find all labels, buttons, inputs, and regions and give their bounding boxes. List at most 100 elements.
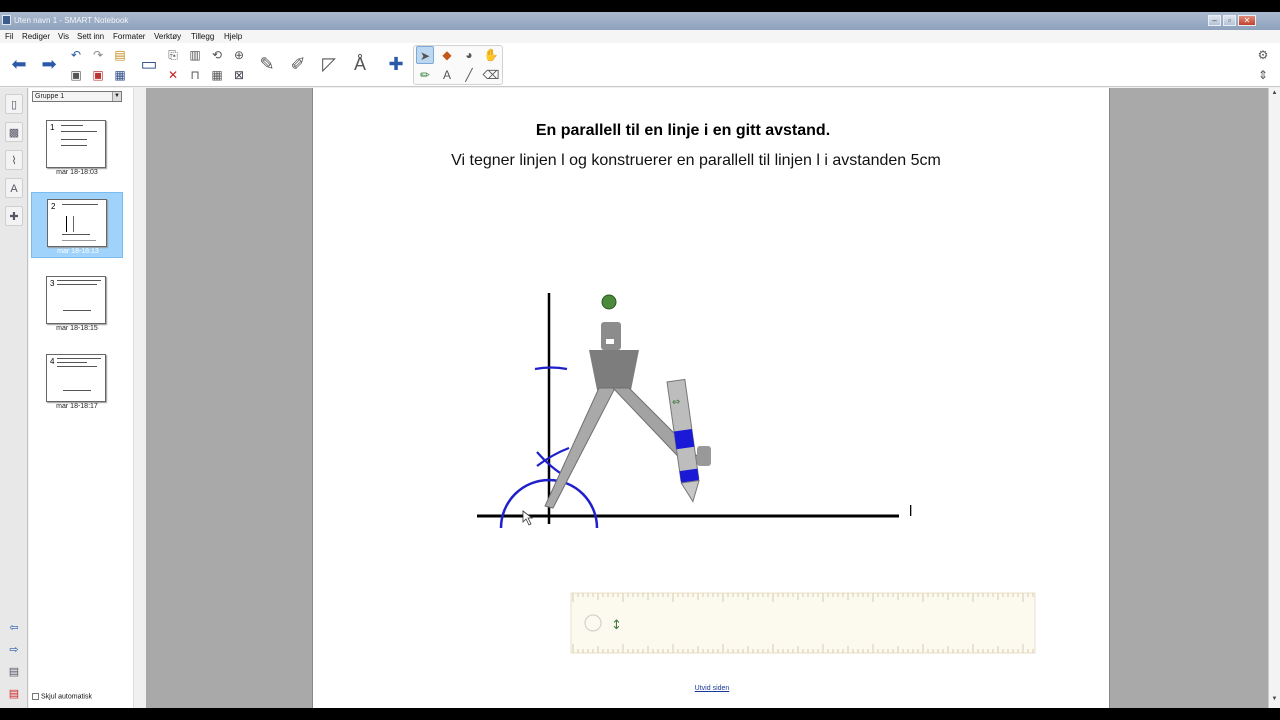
delete-page-side-icon[interactable]: ▤	[5, 684, 23, 704]
menu-format[interactable]: Formater	[113, 32, 145, 41]
thumbnail-number: 3	[50, 279, 55, 288]
menu-file[interactable]: Fil	[5, 32, 13, 41]
thumbnail-label: mar 18-18:03	[56, 169, 98, 176]
text-icon[interactable]: A	[438, 66, 456, 84]
magic-pen-icon[interactable]: Å	[347, 45, 373, 83]
expand-page-link[interactable]: Utvid siden	[313, 685, 1111, 692]
minimize-button[interactable]: –	[1208, 15, 1221, 26]
screen-shade-icon[interactable]: ⊓	[186, 66, 204, 84]
thumb-line	[62, 234, 90, 235]
scroll-down-icon[interactable]: ▼	[1270, 696, 1279, 705]
add-page-icon[interactable]: ▣	[67, 66, 85, 84]
thumb-line	[61, 145, 87, 146]
screen-capture-icon[interactable]: ▥	[186, 46, 204, 64]
pencil-tip	[680, 479, 700, 503]
move-left-icon[interactable]: ⇦	[5, 618, 23, 638]
window-title: Uten navn 1 - SMART Notebook	[14, 16, 129, 25]
page-thumbnail[interactable]: 3 mar 18-18:15	[31, 270, 123, 336]
delete-page-icon[interactable]: ▣	[89, 66, 107, 84]
compass-tool[interactable]: ⇔	[544, 294, 711, 509]
properties-icon[interactable]: ✋	[482, 46, 500, 64]
construction-drawing: ⇔ ↕	[477, 293, 1036, 654]
group-dropdown[interactable]: Gruppe 1 ▼	[32, 91, 122, 102]
checkbox-box[interactable]	[32, 693, 39, 700]
rotate-icon[interactable]: ⟲	[208, 46, 226, 64]
page-thumbnail-active[interactable]: 2 mar 18-18:13	[31, 192, 123, 258]
toolbar-move-icon[interactable]: ⇕	[1254, 66, 1272, 84]
menu-edit[interactable]: Rediger	[22, 32, 50, 41]
thumb-line	[61, 131, 97, 132]
move-right-icon[interactable]: ⇨	[5, 640, 23, 660]
undo-icon[interactable]: ↶	[67, 46, 85, 64]
previous-page-icon[interactable]: ⬅	[6, 45, 32, 83]
close-button[interactable]: ✕	[1238, 15, 1256, 26]
thumbnail-label: mar 18-18:13	[57, 248, 99, 255]
pens-icon[interactable]: ✏	[416, 66, 434, 84]
compass-joint	[697, 446, 711, 466]
paste-icon[interactable]: ⎘	[164, 46, 182, 64]
thumbnail-number: 1	[50, 123, 55, 132]
menu-help[interactable]: Hjelp	[224, 32, 242, 41]
thumb-line	[63, 390, 91, 391]
fill-icon[interactable]: ◕	[460, 46, 478, 64]
page-sorter-tab-icon[interactable]: ▯	[5, 94, 23, 114]
ruler-tool[interactable]: ↕	[570, 592, 1036, 654]
page-sorter: Gruppe 1 ▼ 1 mar 18-18:03 2 mar 18-18:13	[29, 88, 133, 708]
auto-hide-checkbox[interactable]: Skjul automatisk	[32, 693, 92, 700]
notebook-page[interactable]: En parallell til en linje i en gitt avst…	[312, 88, 1110, 708]
eraser-icon[interactable]: ⌫	[482, 66, 500, 84]
select-icon[interactable]: ➤	[416, 46, 434, 64]
attachments-tab-icon[interactable]: ⌇	[5, 150, 23, 170]
compass-rotate-handle[interactable]	[601, 294, 617, 310]
creative-pen-icon[interactable]: ✐	[285, 45, 311, 83]
menu-insert[interactable]: Sett inn	[77, 32, 104, 41]
tab-strip: ▯ ▩ ⌇ A ✚ ⇦ ⇨ ▤ ▤	[0, 88, 28, 708]
scroll-up-icon[interactable]: ▲	[1270, 90, 1279, 99]
delete-icon[interactable]: ✕	[164, 66, 182, 84]
ruler-expand-icon[interactable]: ↕	[611, 618, 622, 633]
page-thumbnail[interactable]: 1 mar 18-18:03	[31, 114, 123, 180]
next-page-icon[interactable]: ➡	[36, 45, 62, 83]
group-dropdown-value: Gruppe 1	[35, 93, 65, 100]
compass-head	[589, 350, 639, 390]
menu-addons[interactable]: Tillegg	[191, 32, 214, 41]
mouse-pointer-icon	[522, 510, 534, 526]
gallery-tab-icon[interactable]: ▩	[5, 122, 23, 142]
thumb-line	[57, 358, 101, 359]
pen-icon[interactable]: ✎	[254, 45, 280, 83]
shapes-icon[interactable]: ◆	[438, 46, 456, 64]
thumb-line	[61, 139, 87, 140]
compass-grip	[601, 322, 621, 350]
sorter-scrollbar[interactable]	[133, 88, 145, 708]
shape-recognition-icon[interactable]: ◸	[316, 45, 342, 83]
thumbnail-image: 2	[47, 199, 107, 247]
workspace-scrollbar[interactable]: ▲ ▼	[1268, 88, 1280, 708]
thumbnail-number: 2	[51, 202, 56, 211]
menu-tools[interactable]: Verktøy	[154, 32, 181, 41]
table-icon[interactable]: ▦	[208, 66, 226, 84]
smart-notebook-window: Uten navn 1 - SMART Notebook – ▫ ✕ Fil R…	[0, 12, 1280, 708]
addons-tab-icon[interactable]: ✚	[5, 206, 23, 226]
open-file-icon[interactable]: ▤	[111, 46, 129, 64]
maximize-button[interactable]: ▫	[1223, 15, 1236, 26]
thumbnail-image: 4	[46, 354, 106, 402]
page-thumbnail[interactable]: 4 mar 18-18:17	[31, 348, 123, 414]
thumbnail-number: 4	[50, 357, 55, 366]
full-screen-icon[interactable]: ⊕	[230, 46, 248, 64]
properties-tab-icon[interactable]: A	[5, 178, 23, 198]
document-camera-icon[interactable]: ⊠	[230, 66, 248, 84]
resize-arrows-icon[interactable]: ⇔	[671, 396, 681, 408]
screen-display-icon[interactable]: ▭	[136, 45, 162, 83]
save-icon[interactable]: ▦	[111, 66, 129, 84]
insert-page-icon[interactable]: ▤	[5, 662, 23, 682]
lines-icon[interactable]: ╱	[460, 66, 478, 84]
redo-icon[interactable]: ↷	[89, 46, 107, 64]
addons-icon[interactable]: ✚	[383, 45, 409, 83]
thumbnail-label: mar 18-18:15	[56, 325, 98, 332]
thumbnail-image: 3	[46, 276, 106, 324]
distance-mark-arc[interactable]	[534, 366, 568, 371]
menu-view[interactable]: Vis	[58, 32, 69, 41]
title-bar: Uten navn 1 - SMART Notebook – ▫ ✕	[0, 12, 1280, 30]
thumb-line	[63, 310, 91, 311]
settings-gear-icon[interactable]: ⚙	[1254, 46, 1272, 64]
